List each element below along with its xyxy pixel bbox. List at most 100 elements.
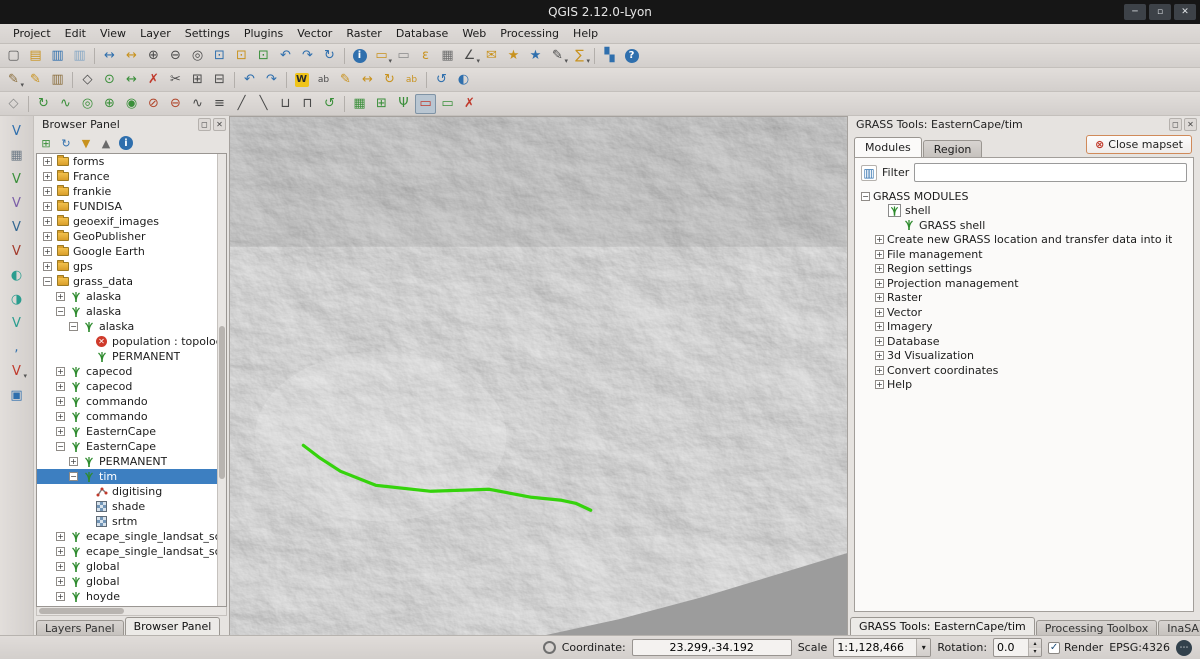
menu-view[interactable]: View — [93, 25, 133, 42]
tab-modules[interactable]: Modules — [854, 137, 922, 157]
browser-item-ecape-single-landsat-scene[interactable]: +ecape_single_landsat_scene — [37, 529, 217, 544]
close-icon[interactable]: ✕ — [1174, 4, 1196, 20]
module-imagery[interactable]: +Imagery — [855, 320, 1193, 335]
expand-icon[interactable]: + — [43, 157, 52, 166]
float-panel-icon[interactable]: ◻ — [1169, 118, 1182, 131]
expand-icon[interactable]: + — [56, 592, 65, 601]
cut-features-icon[interactable]: ✂ — [165, 70, 186, 90]
zoom-next-icon[interactable]: ↷ — [297, 46, 318, 66]
browser-item-alaska[interactable]: +alaska — [37, 289, 217, 304]
expand-icon[interactable]: + — [875, 235, 884, 244]
move-label-icon[interactable]: ↔ — [357, 70, 378, 90]
menu-vector[interactable]: Vector — [290, 25, 339, 42]
module-create-new-grass-location-and-transfer-data-into-it[interactable]: +Create new GRASS location and transfer … — [855, 233, 1193, 248]
menu-settings[interactable]: Settings — [178, 25, 237, 42]
close-panel-icon[interactable]: ✕ — [1184, 118, 1197, 131]
osm-download-icon[interactable]: ↺ — [431, 70, 452, 90]
split-parts-icon[interactable]: ╲ — [253, 94, 274, 114]
enable-advanced-digitizing-icon[interactable]: ◇ — [3, 94, 24, 114]
module-vector[interactable]: +Vector — [855, 305, 1193, 320]
tab-browser-panel[interactable]: Browser Panel — [125, 617, 221, 635]
browser-item-alaska[interactable]: −alaska — [37, 304, 217, 319]
expand-icon[interactable]: + — [875, 366, 884, 375]
save-project-icon[interactable]: ▥ — [47, 46, 68, 66]
maximize-icon[interactable]: ▫ — [1149, 4, 1171, 20]
coordinate-input[interactable] — [632, 639, 792, 656]
browser-item-commando[interactable]: +commando — [37, 394, 217, 409]
zoom-to-layer-icon[interactable]: ⊡ — [253, 46, 274, 66]
browser-item-hoyde[interactable]: +hoyde — [37, 589, 217, 604]
grass-edit-region-icon[interactable]: ▭ — [415, 94, 436, 114]
expand-icon[interactable]: + — [56, 292, 65, 301]
expand-icon[interactable]: + — [56, 382, 65, 391]
paste-features-icon[interactable]: ⊟ — [209, 70, 230, 90]
expand-icon[interactable]: + — [56, 532, 65, 541]
module-convert-coordinates[interactable]: +Convert coordinates — [855, 363, 1193, 378]
copy-features-icon[interactable]: ⊞ — [187, 70, 208, 90]
float-panel-icon[interactable]: ◻ — [198, 118, 211, 131]
expand-icon[interactable]: + — [43, 217, 52, 226]
module-shell[interactable]: shell — [855, 204, 1193, 219]
delete-part-icon[interactable]: ⊖ — [165, 94, 186, 114]
identify-features-icon[interactable]: i — [349, 46, 370, 66]
menu-help[interactable]: Help — [566, 25, 605, 42]
expand-icon[interactable]: + — [875, 250, 884, 259]
expand-icon[interactable]: + — [56, 577, 65, 586]
browser-item-ecape-single-landsat-scene[interactable]: +ecape_single_landsat_scene — [37, 544, 217, 559]
browser-item-grass-data[interactable]: −grass_data — [37, 274, 217, 289]
browser-vscrollbar[interactable] — [217, 154, 226, 606]
add-delimited-text-layer-icon[interactable]: , — [6, 337, 27, 357]
collapse-all-icon[interactable]: ▲ — [97, 134, 115, 152]
add-oracle-layer-icon[interactable]: V — [6, 361, 27, 381]
expand-icon[interactable]: + — [43, 172, 52, 181]
tab-inasafe-3-2-2[interactable]: InaSAFE 3.2.2 — [1158, 620, 1200, 635]
browser-item-tim[interactable]: −tim — [37, 469, 217, 484]
pan-to-selection-icon[interactable]: ↔ — [121, 46, 142, 66]
zoom-in-icon[interactable]: ⊕ — [143, 46, 164, 66]
browser-item-population-topology-r[interactable]: ✕population : topology r — [37, 334, 217, 349]
zoom-out-icon[interactable]: ⊖ — [165, 46, 186, 66]
module-file-management[interactable]: +File management — [855, 247, 1193, 262]
grass-region-icon[interactable]: ▭ — [437, 94, 458, 114]
browser-item-frankie[interactable]: +frankie — [37, 184, 217, 199]
menu-raster[interactable]: Raster — [339, 25, 388, 42]
scale-input[interactable] — [834, 640, 916, 655]
browser-hscrollbar[interactable] — [36, 607, 227, 616]
merge-features-icon[interactable]: ⊔ — [275, 94, 296, 114]
module-help[interactable]: +Help — [855, 378, 1193, 393]
add-raster-layer-icon[interactable]: ▦ — [6, 145, 27, 165]
tab-region[interactable]: Region — [923, 140, 983, 157]
rotate-label-icon[interactable]: ↻ — [379, 70, 400, 90]
browser-item-digitising[interactable]: digitising — [37, 484, 217, 499]
expand-icon[interactable]: + — [43, 247, 52, 256]
expand-icon[interactable]: + — [875, 322, 884, 331]
new-temporary-layer-icon[interactable]: ▣ — [6, 385, 27, 405]
grass-close-mapset-icon[interactable]: ✗ — [459, 94, 480, 114]
expand-icon[interactable]: + — [56, 367, 65, 376]
expand-icon[interactable]: + — [875, 351, 884, 360]
browser-item-permanent[interactable]: +PERMANENT — [37, 454, 217, 469]
fill-ring-icon[interactable]: ◉ — [121, 94, 142, 114]
pin-labels-icon[interactable]: ✎ — [335, 70, 356, 90]
move-feature-icon[interactable]: ↔ — [121, 70, 142, 90]
browser-item-geoexif-images[interactable]: +geoexif_images — [37, 214, 217, 229]
browser-item-capecod[interactable]: +capecod — [37, 379, 217, 394]
module-3d-visualization[interactable]: +3d Visualization — [855, 349, 1193, 364]
expand-icon[interactable]: + — [56, 547, 65, 556]
collapse-icon[interactable]: − — [861, 192, 870, 201]
node-tool-icon[interactable]: ◇ — [77, 70, 98, 90]
collapse-icon[interactable]: − — [56, 442, 65, 451]
add-ring-icon[interactable]: ◎ — [77, 94, 98, 114]
toggle-editing-icon[interactable]: ✎ — [25, 70, 46, 90]
browser-item-easterncape[interactable]: +EasternCape — [37, 424, 217, 439]
browser-item-france[interactable]: +France — [37, 169, 217, 184]
collapse-icon[interactable]: − — [69, 472, 78, 481]
text-annotation-icon[interactable]: ✎ — [547, 46, 568, 66]
grass-tools-icon[interactable]: Ψ — [393, 94, 414, 114]
redo-icon[interactable]: ↷ — [261, 70, 282, 90]
grass-new-mapset-icon[interactable]: ⊞ — [371, 94, 392, 114]
rotation-down-icon[interactable]: ▾ — [1029, 648, 1041, 657]
grass-open-mapset-icon[interactable]: ▦ — [349, 94, 370, 114]
rotate-feature-icon[interactable]: ↻ — [33, 94, 54, 114]
render-checkbox[interactable]: ✓ — [1048, 642, 1060, 654]
